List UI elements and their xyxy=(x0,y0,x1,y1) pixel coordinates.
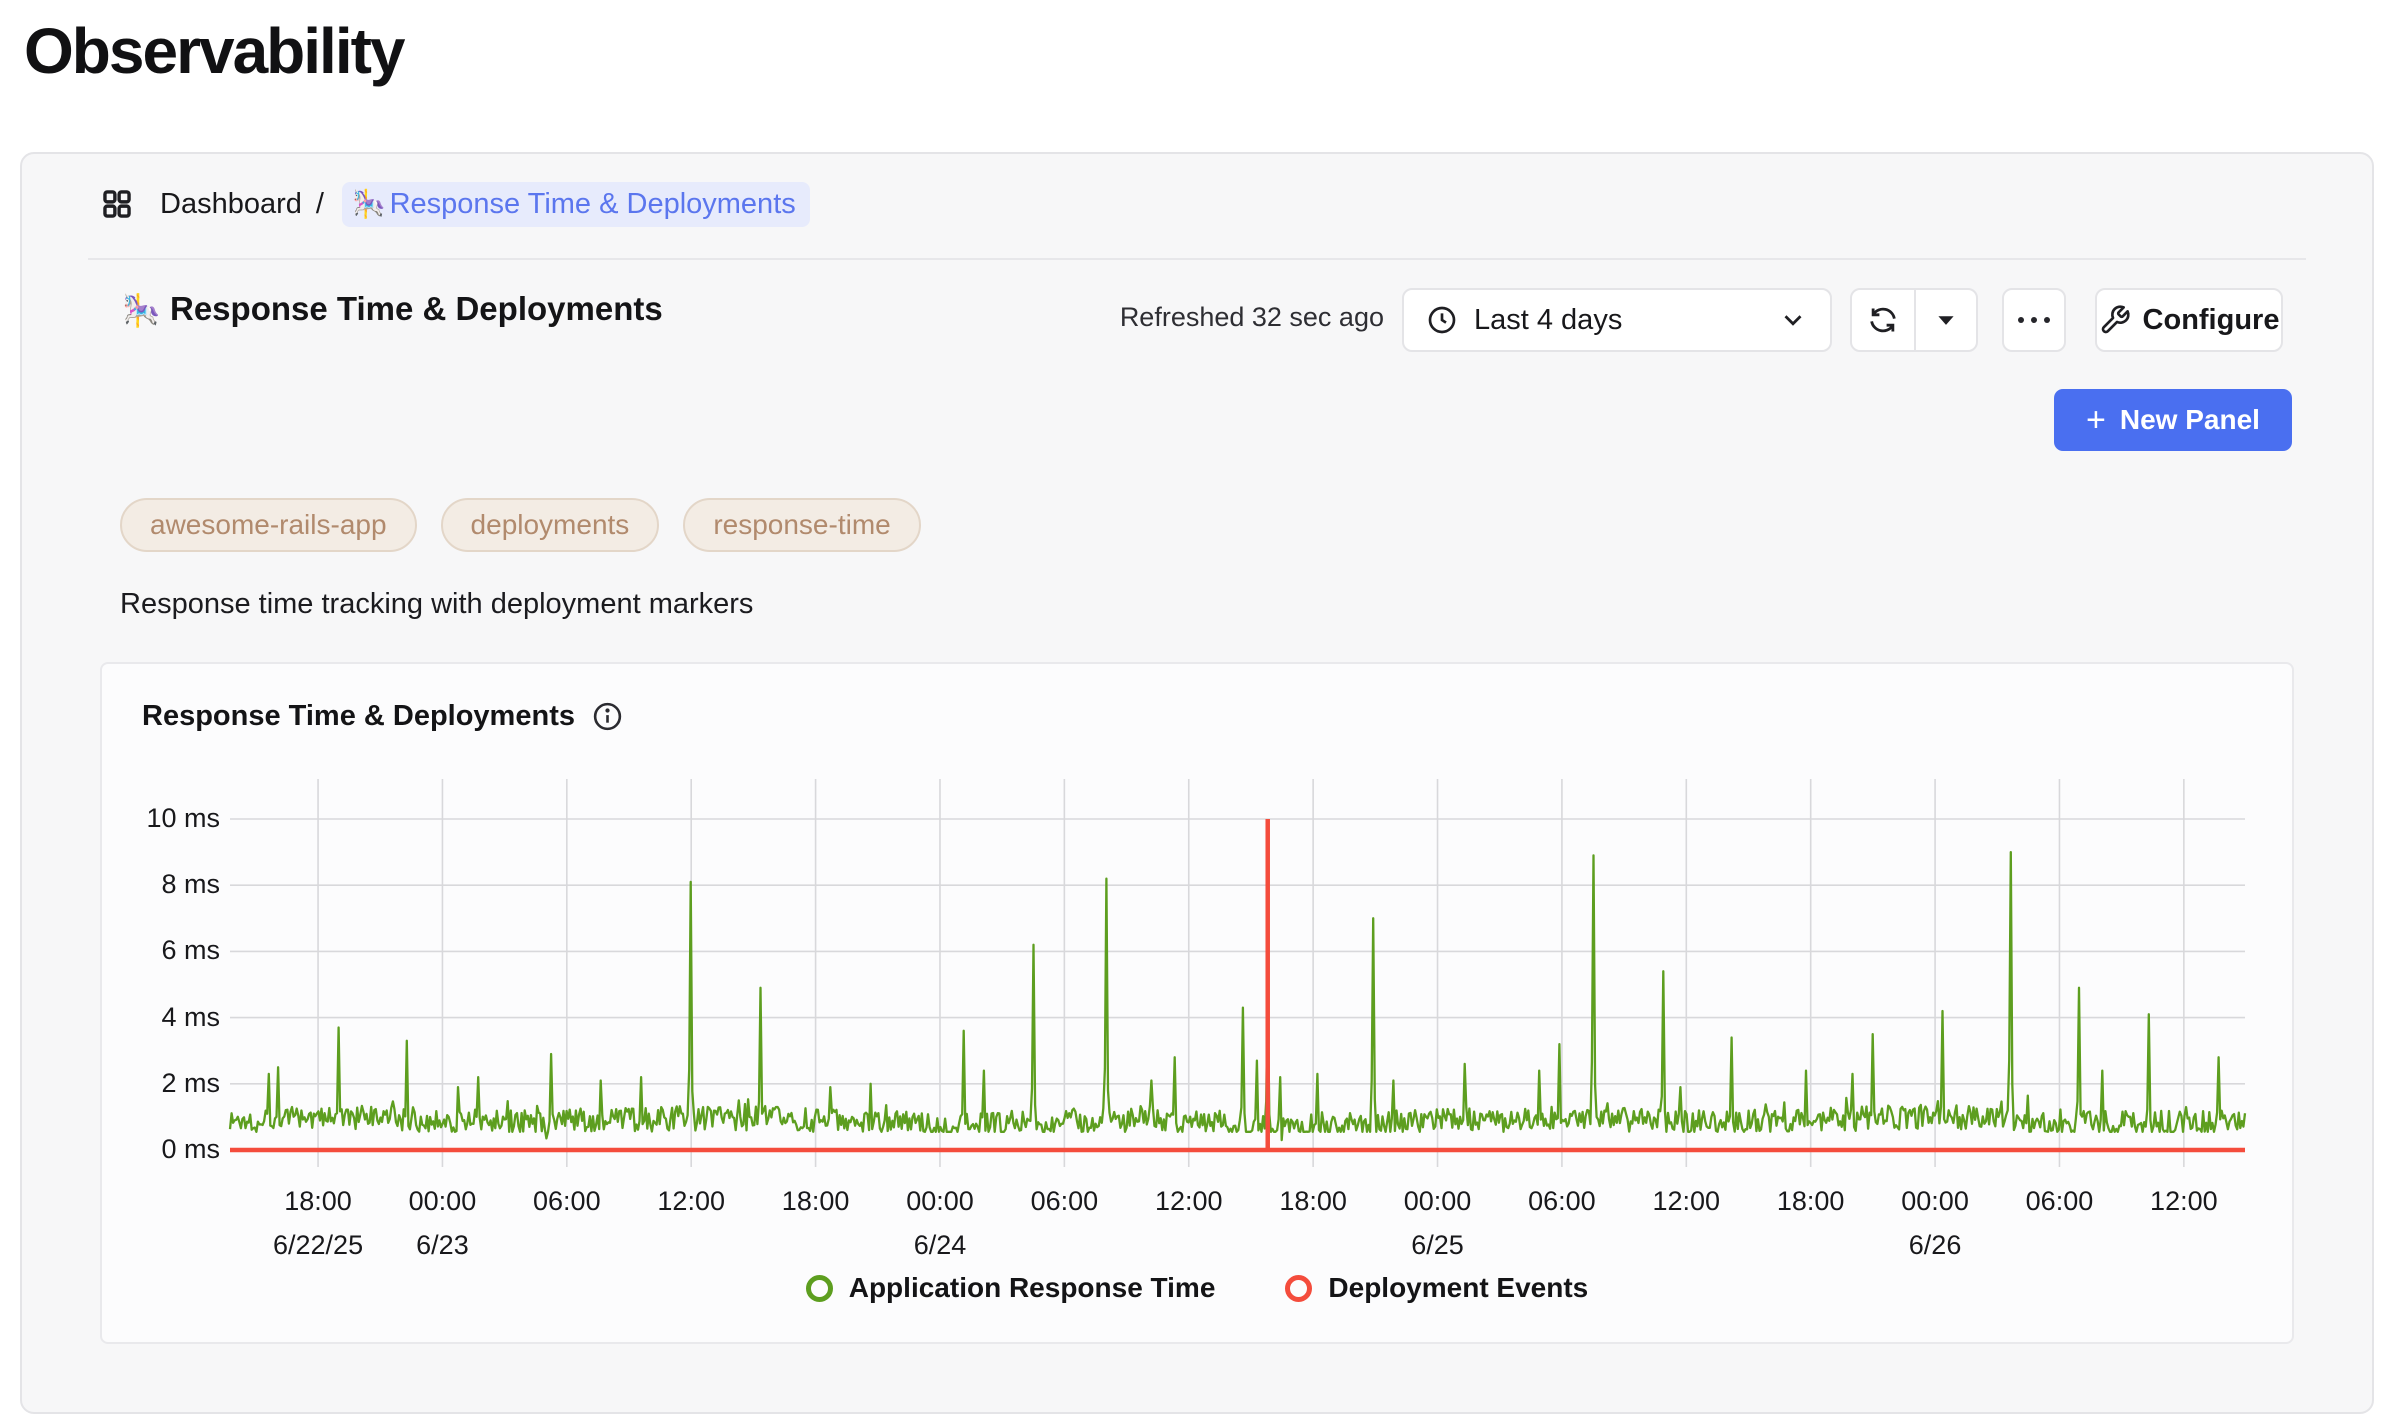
x-tick-label: 18:00 xyxy=(1741,1186,1881,1217)
tags-row: awesome-rails-app deployments response-tim… xyxy=(120,498,921,552)
tag-chip[interactable]: response-time xyxy=(683,498,920,552)
legend-item[interactable]: Deployment Events xyxy=(1285,1272,1588,1304)
new-panel-label: New Panel xyxy=(2120,404,2260,436)
refresh-options-button[interactable] xyxy=(1914,290,1976,350)
refresh-split-button xyxy=(1850,288,1978,352)
info-icon[interactable] xyxy=(591,700,624,733)
x-tick-label: 00:00 xyxy=(1368,1186,1508,1217)
legend-label: Application Response Time xyxy=(849,1272,1216,1304)
x-tick-date: 6/24 xyxy=(860,1230,1020,1261)
x-tick-label: 12:00 xyxy=(621,1186,761,1217)
page-title: Observability xyxy=(24,14,404,88)
breadcrumb-separator: / xyxy=(316,188,324,221)
x-tick-label: 00:00 xyxy=(1865,1186,2005,1217)
chart-title: Response Time & Deployments xyxy=(142,700,575,733)
dashboard-grid-icon xyxy=(100,187,134,221)
more-actions-button[interactable] xyxy=(2002,288,2066,352)
chart-plot[interactable] xyxy=(225,775,2260,1170)
x-tick-label: 18:00 xyxy=(248,1186,388,1217)
plus-icon: + xyxy=(2086,403,2106,437)
x-tick-label: 12:00 xyxy=(1119,1186,1259,1217)
y-tick-label: 4 ms xyxy=(100,1002,220,1033)
chart-title-row: Response Time & Deployments xyxy=(142,700,624,733)
x-tick-label: 12:00 xyxy=(1616,1186,1756,1217)
new-panel-button[interactable]: + New Panel xyxy=(2054,389,2292,451)
refresh-icon xyxy=(1867,304,1899,336)
x-tick-label: 06:00 xyxy=(994,1186,1134,1217)
carousel-horse-icon: 🎠 xyxy=(122,292,161,329)
x-tick-date: 6/23 xyxy=(362,1230,522,1261)
x-tick-label: 12:00 xyxy=(2114,1186,2254,1217)
time-range-select[interactable]: Last 4 days xyxy=(1402,288,1832,352)
x-tick-label: 06:00 xyxy=(497,1186,637,1217)
legend-label: Deployment Events xyxy=(1328,1272,1588,1304)
refresh-button[interactable] xyxy=(1852,290,1914,350)
breadcrumb-dashboard-link[interactable]: Dashboard xyxy=(160,188,302,221)
chart-legend: Application Response Time Deployment Even… xyxy=(100,1272,2294,1304)
carousel-horse-icon: 🎠 xyxy=(352,188,386,220)
panel-description: Response time tracking with deployment m… xyxy=(120,588,753,621)
chevron-down-icon xyxy=(1778,305,1808,335)
x-tick-label: 06:00 xyxy=(1492,1186,1632,1217)
breadcrumb-current-label: Response Time & Deployments xyxy=(390,188,796,221)
x-tick-label: 18:00 xyxy=(1243,1186,1383,1217)
tools-icon xyxy=(2099,304,2131,336)
x-tick-date: 6/26 xyxy=(1855,1230,2015,1261)
y-tick-label: 8 ms xyxy=(100,869,220,900)
refreshed-status: Refreshed 32 sec ago xyxy=(1108,302,1384,333)
y-tick-label: 10 ms xyxy=(100,803,220,834)
y-tick-label: 6 ms xyxy=(100,935,220,966)
x-tick-label: 18:00 xyxy=(746,1186,886,1217)
y-tick-label: 0 ms xyxy=(100,1134,220,1165)
legend-ring-icon xyxy=(1285,1275,1312,1302)
breadcrumb-current-chip[interactable]: 🎠 Response Time & Deployments xyxy=(342,182,810,227)
clock-icon xyxy=(1426,304,1458,336)
x-tick-label: 00:00 xyxy=(372,1186,512,1217)
time-range-value: Last 4 days xyxy=(1474,304,1778,337)
caret-down-icon xyxy=(1933,307,1959,333)
tag-chip[interactable]: awesome-rails-app xyxy=(120,498,417,552)
x-tick-date: 6/25 xyxy=(1358,1230,1518,1261)
x-tick-label: 06:00 xyxy=(1989,1186,2129,1217)
breadcrumb: Dashboard / 🎠 Response Time & Deployment… xyxy=(100,178,810,230)
y-tick-label: 2 ms xyxy=(100,1068,220,1099)
legend-item[interactable]: Application Response Time xyxy=(806,1272,1216,1304)
dashboard-title: Response Time & Deployments xyxy=(170,290,663,328)
configure-label: Configure xyxy=(2143,304,2280,337)
configure-button[interactable]: Configure xyxy=(2095,288,2283,352)
observability-page: Observability Dashboard / 🎠 Response Tim… xyxy=(0,0,2394,1428)
ellipsis-icon xyxy=(2018,317,2050,323)
x-tick-label: 00:00 xyxy=(870,1186,1010,1217)
tag-chip[interactable]: deployments xyxy=(441,498,660,552)
legend-ring-icon xyxy=(806,1275,833,1302)
header-divider xyxy=(88,258,2306,260)
